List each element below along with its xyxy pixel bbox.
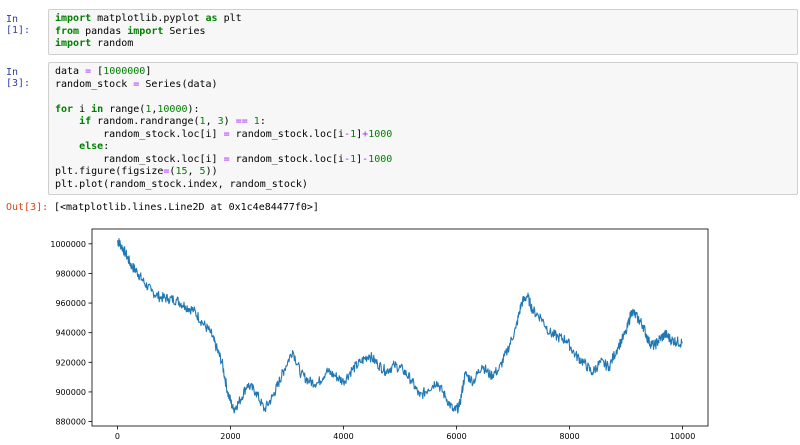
y-tick-label: 900000 (55, 388, 86, 397)
code-token: loc[i] (181, 153, 224, 165)
y-tick-label: 940000 (55, 329, 86, 338)
code-token: Series(data) (139, 78, 218, 90)
code-token: Series (163, 25, 206, 37)
code-token: ): (187, 103, 200, 115)
code-token: plot(random_stock (79, 178, 182, 190)
input-prompt: In [3]: (6, 67, 31, 89)
code-token: == (235, 116, 248, 127)
code-token: in (91, 103, 104, 115)
code-token: : (103, 141, 110, 152)
code-token: )) (205, 166, 218, 177)
y-tick-label: 960000 (55, 299, 86, 308)
code-token: random_stock (55, 153, 176, 165)
x-tick-label: 8000 (559, 432, 579, 441)
code-token: 10000 (157, 103, 188, 115)
code-token: loc[i] (181, 128, 224, 140)
y-tick-label: 1000000 (50, 240, 86, 249)
code-token: randrange( (139, 116, 200, 127)
code-text[interactable]: import matplotlib.pyplot as plt from pan… (49, 10, 797, 54)
line-plot: 0 2000 4000 6000 8000 10000 880000 900000 92000… (50, 228, 709, 441)
code-token: 1000 (368, 153, 393, 165)
y-tick-label: 920000 (55, 358, 86, 367)
code-token: pandas (79, 25, 128, 37)
code-token: [ (91, 66, 104, 77)
code-token: 1000000 (103, 66, 146, 77)
code-text[interactable]: data = [1000000] random_stock = Series(d… (49, 63, 797, 194)
code-token: , (205, 116, 218, 127)
x-tick-label: 6000 (446, 432, 466, 441)
code-token: matplotlib.pyplot (91, 13, 206, 24)
code-token: random_stock (229, 128, 308, 140)
plot-axes-frame (91, 228, 709, 427)
output-repr: [<matplotlib.lines.Line2D at 0x1c4e84477… (54, 202, 319, 213)
code-token: import (127, 25, 164, 37)
code-token: index, random_stock) (187, 178, 308, 190)
y-tick-label: 980000 (55, 269, 86, 278)
code-token: figure(figsize (79, 166, 164, 177)
code-token: , (187, 166, 200, 177)
code-token: : (259, 116, 266, 127)
code-token: plt (55, 178, 74, 190)
code-token: import (55, 38, 92, 49)
code-token: 1000 (368, 128, 393, 140)
x-tick-label: 0 (115, 432, 120, 441)
x-tick-label: 4000 (333, 432, 353, 441)
code-token: ] (145, 66, 152, 77)
output-prompt: Out[3]: (6, 202, 49, 213)
code-token: data (55, 66, 86, 77)
code-token: ) (223, 116, 236, 127)
input-prompt: In [1]: (6, 14, 31, 36)
x-tick-label: 2000 (220, 432, 240, 441)
code-token: random (91, 116, 134, 127)
code-token: range( (103, 103, 146, 115)
code-token: if (79, 116, 92, 127)
code-token: random_stock (55, 128, 176, 140)
code-token: loc[i (313, 128, 345, 140)
code-token: plt (217, 13, 242, 24)
code-token: else (79, 141, 104, 152)
code-token: i (73, 103, 92, 115)
code-token: for (55, 103, 74, 115)
x-tick-label: 10000 (670, 432, 695, 441)
y-tick-label: 880000 (55, 418, 86, 427)
code-token: import (55, 13, 92, 24)
code-token: random_stock (229, 153, 308, 165)
code-token: random_stock (55, 78, 134, 90)
code-token: as (205, 13, 218, 24)
code-token: from (55, 25, 80, 37)
code-token: 15 (175, 166, 188, 177)
code-input[interactable]: data = [1000000] random_stock = Series(d… (48, 62, 798, 195)
code-token: loc[i (313, 153, 345, 165)
code-input[interactable]: import matplotlib.pyplot as plt from pan… (48, 9, 798, 55)
code-token: plt (55, 166, 74, 177)
code-token: random (91, 38, 134, 49)
